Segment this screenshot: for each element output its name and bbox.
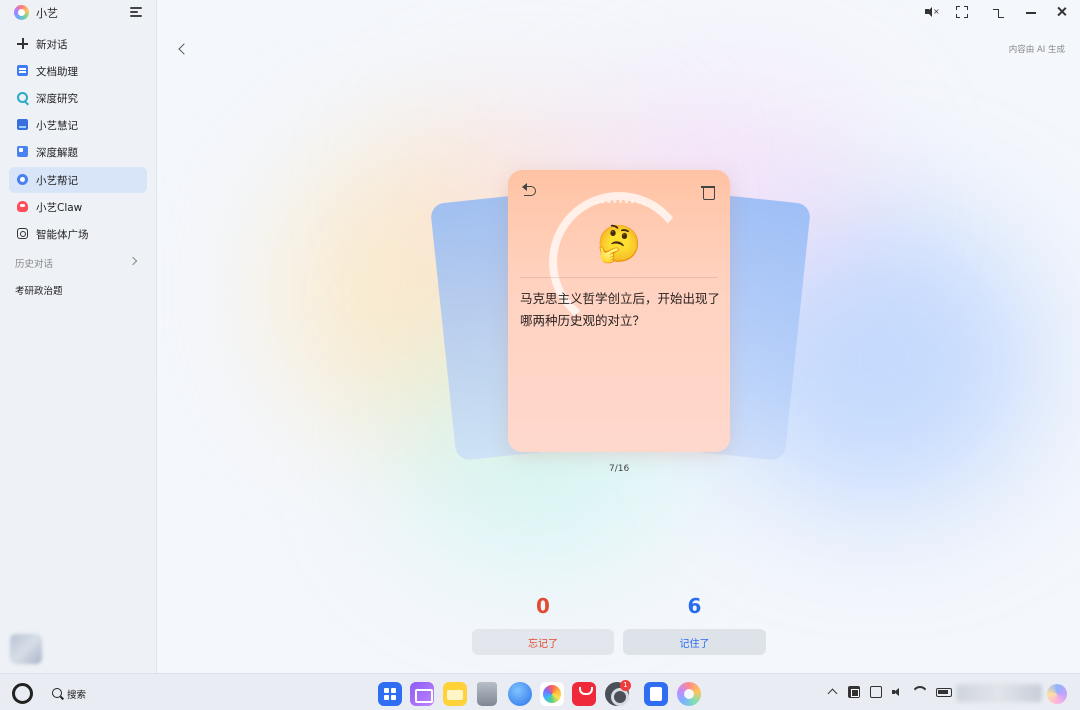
card-question: 马克思主义哲学创立后，开始出现了哪两种历史观的对立？	[520, 291, 721, 328]
app-name: 小艺	[36, 7, 58, 20]
gauge-ticks	[590, 200, 648, 210]
remembered-count: 6	[687, 594, 702, 618]
claw-icon	[17, 201, 28, 212]
chevron-right-icon[interactable]	[128, 256, 138, 266]
trash-bin-icon[interactable]	[477, 682, 497, 706]
taskbar: 搜索 1	[0, 673, 1080, 710]
agent-plaza-icon	[17, 228, 28, 239]
taskbar-search-label[interactable]: 搜索	[67, 687, 86, 701]
sidebar-item-label: 文档助理	[36, 66, 78, 78]
sidebar-toggle-icon[interactable]	[130, 6, 143, 18]
sidebar-item-label: 小艺Claw	[36, 202, 83, 214]
browser-icon[interactable]	[508, 682, 532, 706]
start-icon[interactable]	[12, 683, 33, 704]
sidebar-item-document-assistant[interactable]: 文档助理	[9, 58, 147, 84]
search-icon[interactable]	[52, 688, 62, 698]
notes-icon[interactable]	[644, 682, 668, 706]
card-progress: 7/16	[609, 464, 630, 474]
assistant-orb-icon[interactable]	[1047, 684, 1067, 704]
thinking-face-icon: 🤔	[596, 224, 642, 265]
research-icon	[17, 92, 28, 103]
minimize-icon[interactable]	[1024, 5, 1038, 19]
history-item[interactable]: 考研政治题	[15, 283, 63, 297]
forgot-count: 0	[536, 594, 550, 618]
sidebar-item-label: 智能体广场	[36, 229, 89, 241]
memory-icon	[17, 174, 28, 185]
app-header: 小艺	[0, 0, 157, 26]
flash-card[interactable]: 🤔 马克思主义哲学创立后，开始出现了哪两种历史观的对立？	[508, 170, 730, 452]
sidebar-item-claw[interactable]: 小艺Claw	[9, 194, 147, 220]
multi-window-icon[interactable]	[410, 682, 434, 706]
mute-icon[interactable]: ×	[924, 5, 940, 19]
battery-icon[interactable]	[936, 688, 952, 697]
remembered-button[interactable]: 记住了	[623, 629, 766, 655]
sidebar-item-smart-notes[interactable]: 小艺慧记	[9, 112, 147, 138]
wifi-icon[interactable]	[912, 686, 928, 698]
sidebar-item-label: 小艺慧记	[36, 120, 78, 132]
app-gallery-store-icon[interactable]	[572, 682, 596, 706]
history-section-label[interactable]: 历史对话	[15, 256, 53, 270]
document-icon	[17, 65, 28, 76]
avatar[interactable]	[10, 634, 42, 664]
main-content: × 内容由 AI 生成 🤔 马克思主义哲学创立后，开始出现了哪两种历史观的对立？…	[158, 0, 1080, 673]
display-icon[interactable]	[870, 686, 882, 698]
sidebar-item-label: 深度解题	[36, 147, 78, 159]
sidebar-item-label: 小艺帮记	[36, 175, 78, 187]
ai-generated-note: 内容由 AI 生成	[1008, 45, 1065, 55]
restore-window-icon[interactable]	[991, 5, 1005, 19]
volume-icon[interactable]	[891, 686, 903, 698]
sidebar-item-deep-research[interactable]: 深度研究	[9, 85, 147, 111]
mute-glyph: ×	[933, 7, 940, 16]
xiaoyi-logo-icon	[14, 5, 29, 20]
back-chevron-icon[interactable]	[176, 43, 188, 55]
undo-icon[interactable]	[521, 183, 537, 197]
input-method-icon[interactable]	[848, 686, 860, 698]
sidebar-item-label: 深度研究	[36, 93, 78, 105]
plus-icon	[17, 38, 28, 49]
sidebar-item-label: 新对话	[36, 39, 68, 51]
clock-blurred[interactable]	[956, 684, 1042, 702]
forgot-button[interactable]: 忘记了	[472, 629, 614, 655]
gallery-icon[interactable]	[540, 682, 564, 706]
close-icon[interactable]	[1055, 5, 1069, 19]
card-divider	[520, 277, 718, 278]
chevron-up-icon[interactable]	[826, 686, 838, 698]
files-icon[interactable]	[443, 682, 467, 706]
notification-badge: 1	[620, 680, 631, 691]
app-grid-icon[interactable]	[378, 682, 402, 706]
solve-icon	[17, 146, 28, 157]
note-icon	[17, 119, 28, 130]
sidebar-item-new-chat[interactable]: 新对话	[9, 31, 147, 57]
xiaoyi-app-icon[interactable]	[677, 682, 701, 706]
sidebar-item-deep-solve[interactable]: 深度解题	[9, 139, 147, 165]
trash-icon[interactable]	[701, 184, 715, 200]
fullscreen-icon[interactable]	[955, 5, 969, 19]
sidebar-item-agent-plaza[interactable]: 智能体广场	[9, 221, 147, 247]
sidebar: 小艺 新对话 文档助理 深度研究 小艺慧记 深度解题 小艺帮记 小艺Claw 智…	[0, 0, 157, 673]
sidebar-item-memory-helper[interactable]: 小艺帮记	[9, 167, 147, 193]
